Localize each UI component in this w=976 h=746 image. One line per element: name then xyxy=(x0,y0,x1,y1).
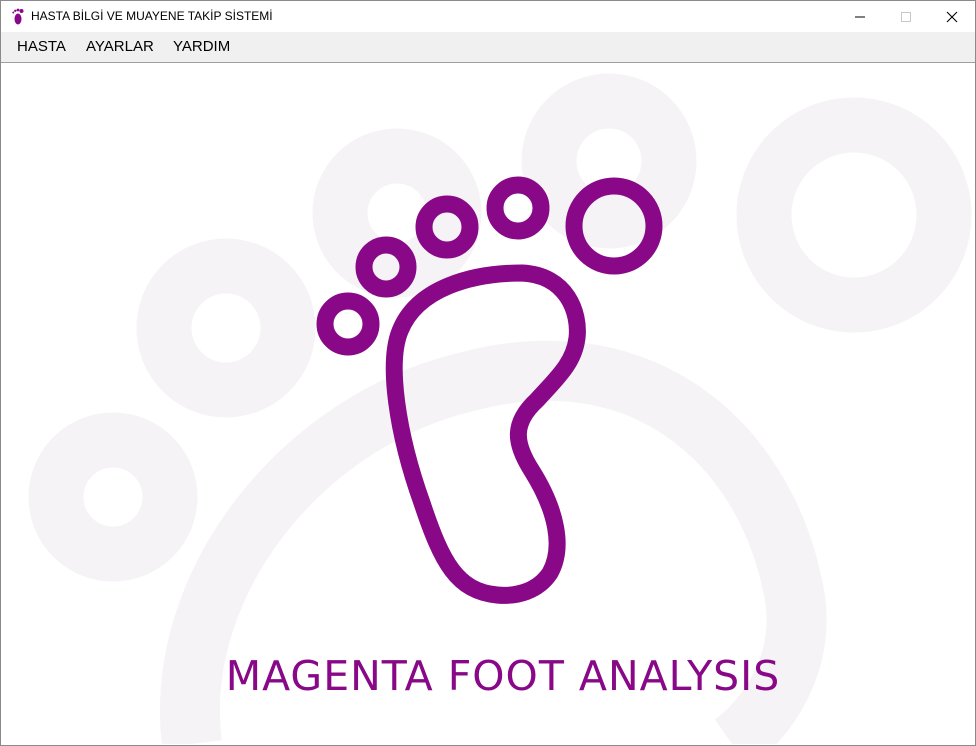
brand-title: MAGENTA FOOT ANALYSIS xyxy=(2,652,974,700)
close-icon xyxy=(946,11,958,22)
title-bar[interactable]: HASTA BİLGİ VE MUAYENE TAKİP SİSTEMİ xyxy=(1,1,975,32)
minimize-button[interactable] xyxy=(837,1,883,32)
maximize-icon xyxy=(901,11,911,22)
minimize-icon xyxy=(855,16,865,17)
menu-item-hasta[interactable]: HASTA xyxy=(17,32,66,62)
window-title: HASTA BİLGİ VE MUAYENE TAKİP SİSTEMİ xyxy=(31,9,273,23)
splash-panel: MAGENTA FOOT ANALYSIS xyxy=(2,63,974,744)
maximize-button[interactable] xyxy=(883,1,929,32)
close-button[interactable] xyxy=(929,1,975,32)
menu-bar: HASTA AYARLAR YARDIM xyxy=(1,32,975,63)
foot-logo-icon xyxy=(316,176,663,604)
main-window: HASTA BİLGİ VE MUAYENE TAKİP SİSTEMİ HAS… xyxy=(0,0,976,746)
brand-title-text: MAGENTA FOOT ANALYSIS xyxy=(225,652,781,700)
menu-item-yardim[interactable]: YARDIM xyxy=(173,32,230,62)
footprint-icon xyxy=(12,8,24,25)
menu-item-ayarlar[interactable]: AYARLAR xyxy=(86,32,154,62)
